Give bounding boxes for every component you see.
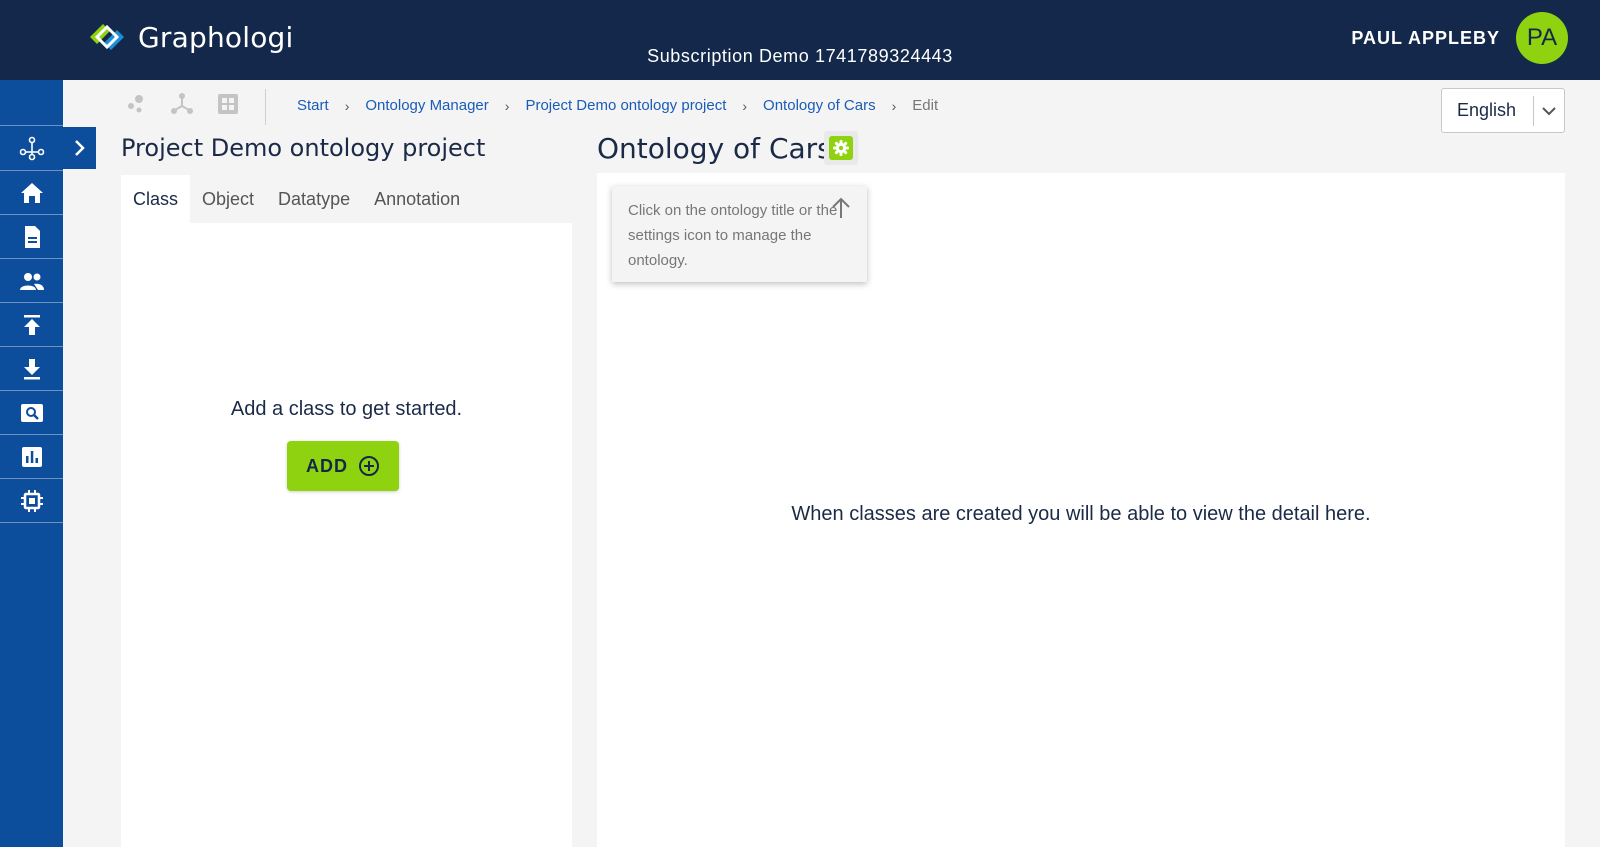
sidebar-item-ontology-graph[interactable] (0, 125, 63, 170)
breadcrumb-separator: › (344, 97, 350, 114)
breadcrumb-separator: › (742, 97, 748, 114)
ontology-hint-tooltip: Click on the ontology title or the setti… (612, 186, 867, 282)
tab-class[interactable]: Class (121, 175, 191, 223)
view-toolbar (124, 92, 240, 116)
ontology-settings-button[interactable] (824, 131, 858, 165)
grid-icon[interactable] (216, 92, 240, 116)
gear-icon (829, 136, 853, 160)
class-list-panel: Add a class to get started. ADD (121, 223, 572, 847)
user-name[interactable]: PAUL APPLEBY (1351, 28, 1500, 49)
sidebar-item-documents[interactable] (0, 214, 63, 259)
breadcrumb-start[interactable]: Start (297, 97, 329, 114)
hint-text: Click on the ontology title or the setti… (628, 202, 838, 269)
empty-class-message: Add a class to get started. (230, 398, 463, 420)
breadcrumb-ontology[interactable]: Ontology of Cars (763, 97, 876, 114)
sidebar-item-download[interactable] (0, 346, 63, 391)
upload-icon (23, 315, 40, 335)
toolbar-divider (265, 89, 266, 125)
add-button-label: ADD (306, 455, 348, 476)
language-value: English (1457, 100, 1517, 120)
tab-object[interactable]: Object (190, 175, 266, 223)
entity-tabs: Class Object Datatype Annotation (121, 175, 572, 223)
home-icon (20, 183, 43, 203)
sidebar (0, 80, 63, 847)
arrow-up-icon (832, 197, 850, 218)
detail-empty-message: When classes are created you will be abl… (791, 503, 1371, 525)
add-class-button[interactable]: ADD (287, 441, 399, 491)
graph-nodes-icon (19, 136, 44, 161)
users-icon (19, 273, 44, 290)
breadcrumb-separator: › (504, 97, 510, 114)
class-detail-panel: Click on the ontology title or the setti… (597, 173, 1565, 847)
chip-icon (20, 489, 43, 512)
download-icon (23, 359, 40, 380)
breadcrumb-project[interactable]: Project Demo ontology project (525, 97, 726, 114)
breadcrumb: Start › Ontology Manager › Project Demo … (297, 97, 938, 114)
subscription-name: Subscription Demo 1741789324443 (647, 46, 953, 66)
sidebar-item-search[interactable] (0, 390, 63, 435)
tab-annotation[interactable]: Annotation (362, 175, 472, 223)
sidebar-item-reports[interactable] (0, 434, 63, 479)
top-header: Graphologi Subscription Demo 17417893244… (0, 0, 1600, 80)
scatter-nodes-icon[interactable] (124, 92, 148, 116)
branch-nodes-icon[interactable] (170, 92, 194, 116)
breadcrumb-ontology-manager[interactable]: Ontology Manager (365, 97, 488, 114)
chevron-down-icon[interactable] (1534, 106, 1564, 116)
project-title: Project Demo ontology project (121, 134, 486, 162)
search-icon (20, 404, 43, 422)
ontology-title[interactable]: Ontology of Cars (597, 132, 832, 165)
sidebar-item-users[interactable] (0, 258, 63, 303)
breadcrumb-separator: › (891, 97, 897, 114)
sidebar-item-processor[interactable] (0, 478, 63, 523)
breadcrumb-current: Edit (912, 97, 939, 114)
sidebar-expand-button[interactable] (63, 127, 96, 169)
sidebar-item-home[interactable] (0, 170, 63, 215)
document-icon (24, 226, 40, 248)
avatar[interactable]: PA (1516, 12, 1568, 64)
sidebar-item-upload[interactable] (0, 302, 63, 347)
tab-datatype[interactable]: Datatype (266, 175, 362, 223)
add-circle-icon (359, 456, 379, 476)
language-select[interactable]: English (1441, 88, 1565, 133)
chevron-right-icon (74, 140, 85, 156)
chart-icon (21, 447, 42, 467)
